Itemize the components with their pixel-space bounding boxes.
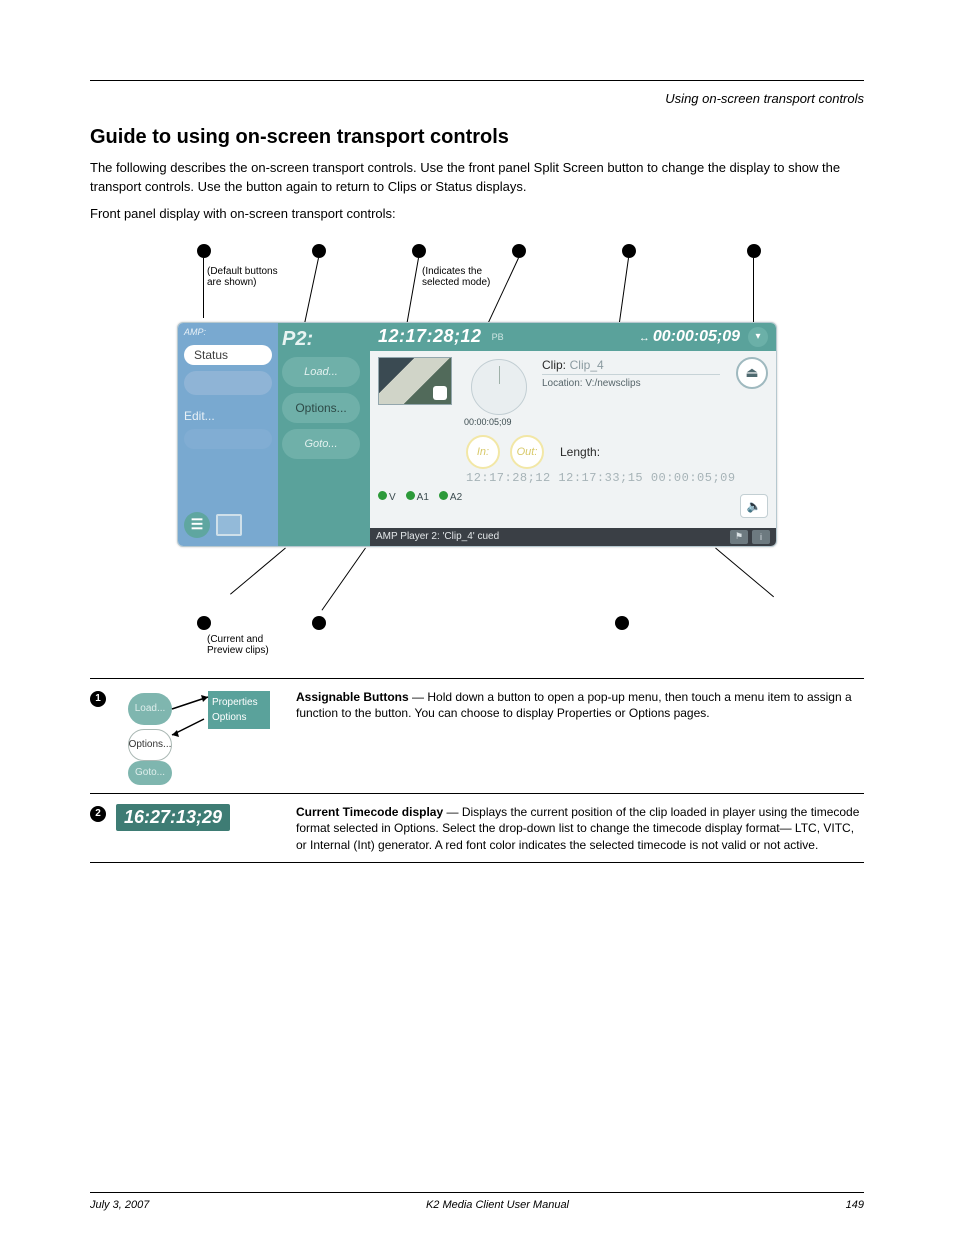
breadcrumb: Using on-screen transport controls (90, 91, 864, 106)
knob-timecode: 00:00:05;09 (464, 417, 534, 427)
legend-diagram-2: 16:27:13;29 (116, 804, 286, 844)
legend-row-2: 2 16:27:13;29 Current Timecode display —… (90, 800, 864, 858)
leg-timecode-badge: 16:27:13;29 (116, 804, 230, 831)
audio1-track: A1 (417, 492, 429, 503)
status-text: AMP Player 2: 'Clip_4' cued (376, 531, 499, 542)
footer-page: 149 (846, 1199, 864, 1211)
edit-button[interactable]: Edit... (184, 409, 272, 423)
timecode-main[interactable]: 12:17:28;12 (378, 326, 482, 347)
options-button[interactable]: Options... (282, 393, 360, 423)
callout-dot-8 (312, 616, 326, 630)
eject-button[interactable]: ⏏ (736, 357, 768, 389)
location-label: Location: (542, 378, 583, 389)
mark-in-button[interactable]: In: (466, 435, 500, 469)
legend2-title: Current Timecode display (296, 805, 443, 819)
note-preview: (Current and Preview clips) (207, 634, 269, 657)
timecode-mode: PB (492, 332, 504, 342)
ghost-pill-2[interactable] (184, 429, 272, 449)
jog-knob[interactable] (471, 359, 527, 415)
track-indicators: V A1 A2 (370, 485, 776, 503)
footer-manual: K2 Media Client User Manual (426, 1199, 569, 1211)
callout-dot-1 (197, 244, 211, 258)
audio2-track: A2 (450, 492, 462, 503)
ghost-pill-1[interactable] (184, 371, 272, 395)
legend-row-1: 1 Load... Options... Goto... Properties … (90, 685, 864, 789)
figure-wrapper: (Default buttons are shown) (Indicates t… (177, 234, 777, 664)
callout-dot-5 (622, 244, 636, 258)
callout-dot-2 (312, 244, 326, 258)
goto-button[interactable]: Goto... (282, 429, 360, 459)
window-button[interactable] (216, 514, 242, 536)
split-screen-button[interactable]: ☰ (184, 512, 210, 538)
legend-diagram-1: Load... Options... Goto... Properties Op… (116, 689, 286, 785)
player-panel: AMP: Status Edit... ☰ P2: Load... Option… (177, 322, 777, 547)
clip-name: Clip_4 (570, 358, 604, 372)
callout-dot-9 (615, 616, 629, 630)
countdown: ↔00:00:05;09 (639, 328, 740, 346)
channel-label: P2: (282, 328, 366, 351)
load-button[interactable]: Load... (282, 357, 360, 387)
info-icon[interactable]: i (752, 530, 770, 544)
transport-area: 12:17:28;12 PB ↔00:00:05;09 ▾ 00:00:05;0… (370, 323, 776, 546)
callout-dot-3 (412, 244, 426, 258)
mode-sidebar: AMP: Status Edit... ☰ (178, 323, 278, 546)
clip-label: Clip: (542, 358, 566, 372)
in-out-length-values: 12:17:28;12 12:17:33;15 00:00:05;09 (370, 469, 776, 485)
callout-dot-4 (512, 244, 526, 258)
length-label: Length: (560, 445, 600, 459)
legend-number-1: 1 (90, 691, 106, 707)
mark-out-button[interactable]: Out: (510, 435, 544, 469)
footer-date: July 3, 2007 (90, 1199, 149, 1211)
video-track: V (389, 492, 396, 503)
location-value: V:/newsclips (585, 378, 640, 389)
amp-label: AMP: (184, 327, 272, 337)
dropdown-icon[interactable]: ▾ (748, 327, 768, 347)
legend1-title: Assignable Buttons (296, 690, 409, 704)
timecode-bar: 12:17:28;12 PB ↔00:00:05;09 ▾ (370, 323, 776, 351)
section-sub: Front panel display with on-screen trans… (90, 205, 864, 224)
section-intro: The following describes the on-screen tr… (90, 159, 864, 197)
callout-dot-6 (747, 244, 761, 258)
callout-dot-7 (197, 616, 211, 630)
assignable-column: P2: Load... Options... Goto... (278, 323, 370, 546)
legend-number-2: 2 (90, 806, 106, 822)
statusbar-icon-1[interactable]: ⚑ (730, 530, 748, 544)
page-footer: July 3, 2007 K2 Media Client User Manual… (90, 1192, 864, 1211)
section-title: Guide to using on-screen transport contr… (90, 126, 864, 149)
speaker-button[interactable]: 🔈 (740, 494, 768, 518)
note-defaults: (Default buttons are shown) (207, 266, 278, 289)
note-mode: (Indicates the selected mode) (422, 266, 490, 289)
status-pill[interactable]: Status (184, 345, 272, 365)
status-bar: AMP Player 2: 'Clip_4' cued ⚑ i (370, 528, 776, 546)
clip-thumbnail[interactable] (378, 357, 452, 405)
